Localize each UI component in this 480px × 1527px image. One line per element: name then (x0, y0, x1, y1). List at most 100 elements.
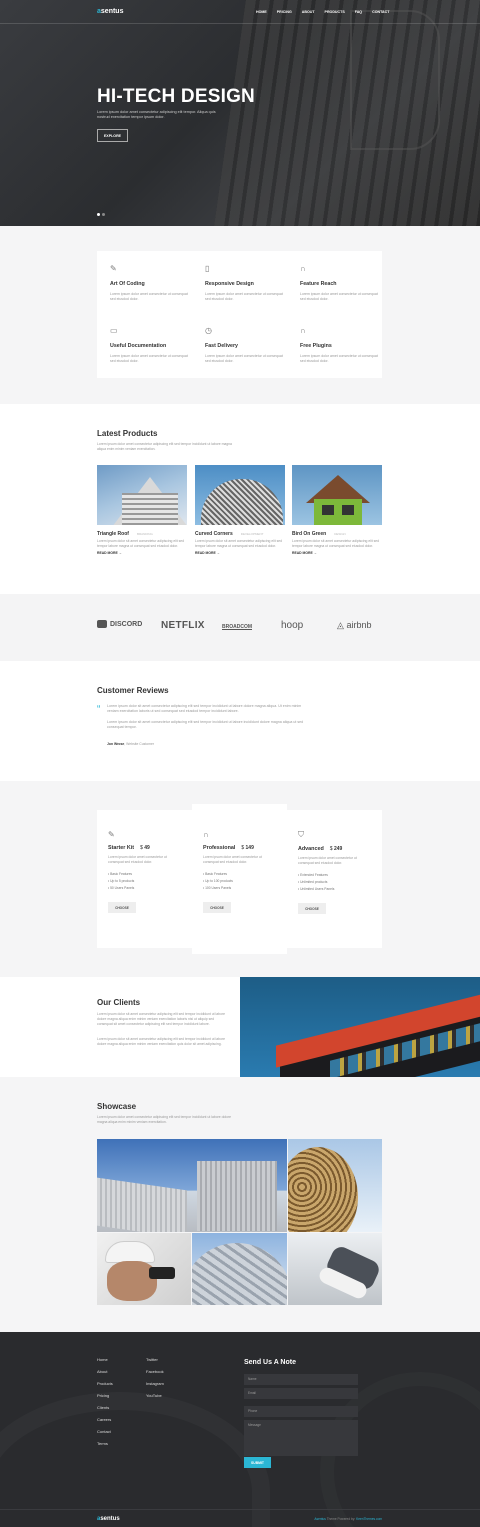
nav-products[interactable]: PRODUCTS (325, 10, 345, 14)
clients-text: Lorem ipsum dolor sit amet consectetur a… (97, 1037, 225, 1046)
product-text: Lorem ipsum dolor sit amet consectetur a… (195, 539, 283, 548)
plan-price: 49 (144, 845, 150, 851)
clients-title: Our Clients (97, 998, 141, 1007)
plan-feature: Unlimited products (298, 879, 368, 886)
plan-price: 149 (245, 845, 254, 851)
name-field[interactable]: Name (244, 1374, 358, 1385)
plan-name: Advanced (298, 846, 324, 852)
read-more-link[interactable]: READ MORE → (292, 551, 382, 555)
read-more-link[interactable]: READ MORE → (97, 551, 187, 555)
feature-text: Lorem ipsum dolor amet consectetur ut co… (300, 292, 378, 301)
footer-link-careers[interactable]: Careers (97, 1417, 111, 1422)
pricing-card-starter: ✎ Starter Kit $ 49 Lorem ipsum dolor amet… (97, 810, 192, 948)
features-card: ✎ Art Of Coding Lorem ipsum dolor amet c… (97, 251, 382, 378)
discord-logo[interactable]: DISCORD (97, 620, 142, 628)
product-card[interactable]: Bird On Green DESIGN Lorem ipsum dolor si… (292, 465, 382, 555)
plan-feature: Basic Features (108, 871, 178, 878)
product-card[interactable]: Curved Corners DEVELOPMENT Lorem ipsum do… (195, 465, 285, 555)
choose-button[interactable]: CHOOSE (108, 902, 136, 913)
plan-features: Basic Features Up to 5 products 50 Users… (108, 871, 178, 892)
submit-button[interactable]: SUBMIT (244, 1457, 271, 1468)
features-section: ✎ Art Of Coding Lorem ipsum dolor amet c… (0, 226, 480, 404)
message-field[interactable]: Message (244, 1420, 358, 1456)
footer-link-products[interactable]: Products (97, 1381, 113, 1386)
choose-button[interactable]: CHOOSE (203, 902, 231, 913)
clients-text: Lorem ipsum dolor sit amet consectetur a… (97, 1012, 225, 1026)
feature-item: ✎ Art Of Coding Lorem ipsum dolor amet c… (110, 264, 190, 302)
feature-text: Lorem ipsum dolor amet consectetur ut co… (205, 292, 283, 301)
hero-text: Lorem ipsum dolor amet consectetur adipi… (97, 110, 216, 119)
footer-link-facebook[interactable]: Facebook (146, 1369, 164, 1374)
showcase-image-facade[interactable] (97, 1139, 287, 1232)
hoop-logo[interactable]: hoop (281, 620, 303, 631)
feature-item: ▯ Responsive Design Lorem ipsum dolor am… (205, 264, 285, 302)
reviews-section: Customer Reviews “ Lorem ipsum dolor sit… (0, 661, 480, 781)
product-name[interactable]: Triangle Roof (97, 531, 129, 537)
feature-item: ◷ Fast Delivery Lorem ipsum dolor amet c… (205, 326, 285, 364)
showcase-image-dome[interactable] (192, 1233, 287, 1305)
footer-bottom-bar: asentus Asentus Theme Powered by: KeenTh… (0, 1509, 480, 1527)
slider-dot-1[interactable] (97, 213, 100, 216)
showcase-image-sneakers[interactable] (288, 1233, 382, 1305)
airbnb-logo[interactable]: ◬ airbnb (337, 620, 371, 631)
plan-feature: Extended Features (298, 872, 368, 879)
top-navigation: asentus HOME PRICING ABOUT PRODUCTS FAQ … (0, 0, 480, 24)
plan-desc: Lorem ipsum dolor amet consectetur ut co… (298, 856, 357, 865)
plan-price: 249 (333, 846, 343, 852)
showcase-title: Showcase (97, 1102, 137, 1111)
nav-about[interactable]: ABOUT (302, 10, 315, 14)
showcase-image-curved-panels[interactable] (288, 1139, 382, 1232)
nav-faq[interactable]: FAQ (355, 10, 362, 14)
product-image-triangle-roof[interactable] (97, 465, 187, 525)
pricing-card-advanced: ⛉ Advanced $ 249 Lorem ipsum dolor amet c… (287, 810, 382, 948)
footer-link-home[interactable]: Home (97, 1357, 108, 1362)
hero-building-shape (350, 10, 440, 150)
feature-text: Lorem ipsum dolor amet consectetur ut co… (110, 292, 188, 301)
footer-logo[interactable]: asentus (97, 1516, 120, 1522)
slider-dot-2[interactable] (102, 213, 105, 216)
explore-button[interactable]: EXPLORE (97, 129, 128, 142)
footer-link-about[interactable]: About (97, 1369, 107, 1374)
choose-button[interactable]: CHOOSE (298, 903, 326, 914)
read-more-link[interactable]: READ MORE → (195, 551, 285, 555)
nav-home[interactable]: HOME (256, 10, 267, 14)
netflix-logo[interactable]: NETFLIX (161, 620, 205, 631)
nav-pricing[interactable]: PRICING (277, 10, 292, 14)
footer-link-pricing[interactable]: Pricing (97, 1393, 109, 1398)
pricing-card-professional: ∩ Professional $ 149 Lorem ipsum dolor am… (192, 804, 287, 954)
product-name[interactable]: Bird On Green (292, 531, 326, 537)
footer-link-instagram[interactable]: Instagram (146, 1381, 164, 1386)
product-name[interactable]: Curved Corners (195, 531, 233, 537)
pen-icon: ✎ (108, 830, 115, 839)
site-logo[interactable]: asentus (97, 8, 123, 15)
products-title: Latest Products (97, 429, 158, 438)
product-tag: BRANDING (136, 532, 153, 536)
footer-link-contact[interactable]: Contact (97, 1429, 111, 1434)
footer-link-youtube[interactable]: YouTube (146, 1393, 162, 1398)
feature-item: ▭ Useful Documentation Lorem ipsum dolor… (110, 326, 190, 364)
reviews-title: Customer Reviews (97, 686, 169, 695)
nav-contact[interactable]: CONTACT (372, 10, 389, 14)
product-image-curved-corners[interactable] (195, 465, 285, 525)
credit-link[interactable]: KeenThemes.com (356, 1517, 382, 1521)
phone-field[interactable]: Phone (244, 1406, 358, 1417)
airbnb-icon: ◬ (337, 620, 344, 630)
plan-desc: Lorem ipsum dolor amet consectetur ut co… (203, 855, 262, 864)
footer-link-clients[interactable]: Clients (97, 1405, 109, 1410)
page: asentus HOME PRICING ABOUT PRODUCTS FAQ … (0, 0, 480, 1527)
product-card[interactable]: Triangle Roof BRANDING Lorem ipsum dolor … (97, 465, 187, 555)
email-field[interactable]: Email (244, 1388, 358, 1399)
plan-feature: Up to 100 products (203, 878, 273, 885)
product-text: Lorem ipsum dolor sit amet consectetur a… (292, 539, 380, 548)
footer-link-twitter[interactable]: Twitter (146, 1357, 158, 1362)
pricing-section: ✎ Starter Kit $ 49 Lorem ipsum dolor amet… (0, 781, 480, 977)
product-image-bird-on-green[interactable] (292, 465, 382, 525)
feature-title: Responsive Design (205, 281, 254, 287)
review-author: Jon Wrose, Website Customer (107, 742, 154, 746)
plan-features: Extended Features Unlimited products Unl… (298, 872, 368, 893)
broadcom-logo[interactable]: BROADCOM (222, 624, 252, 630)
footer-link-terms[interactable]: Terms (97, 1441, 108, 1446)
footer-credit: Asentus Theme Powered by: KeenThemes.com (314, 1517, 382, 1521)
showcase-image-worker[interactable] (97, 1233, 191, 1305)
review-text: Lorem ipsum dolor sit amet consectetur a… (107, 720, 304, 729)
